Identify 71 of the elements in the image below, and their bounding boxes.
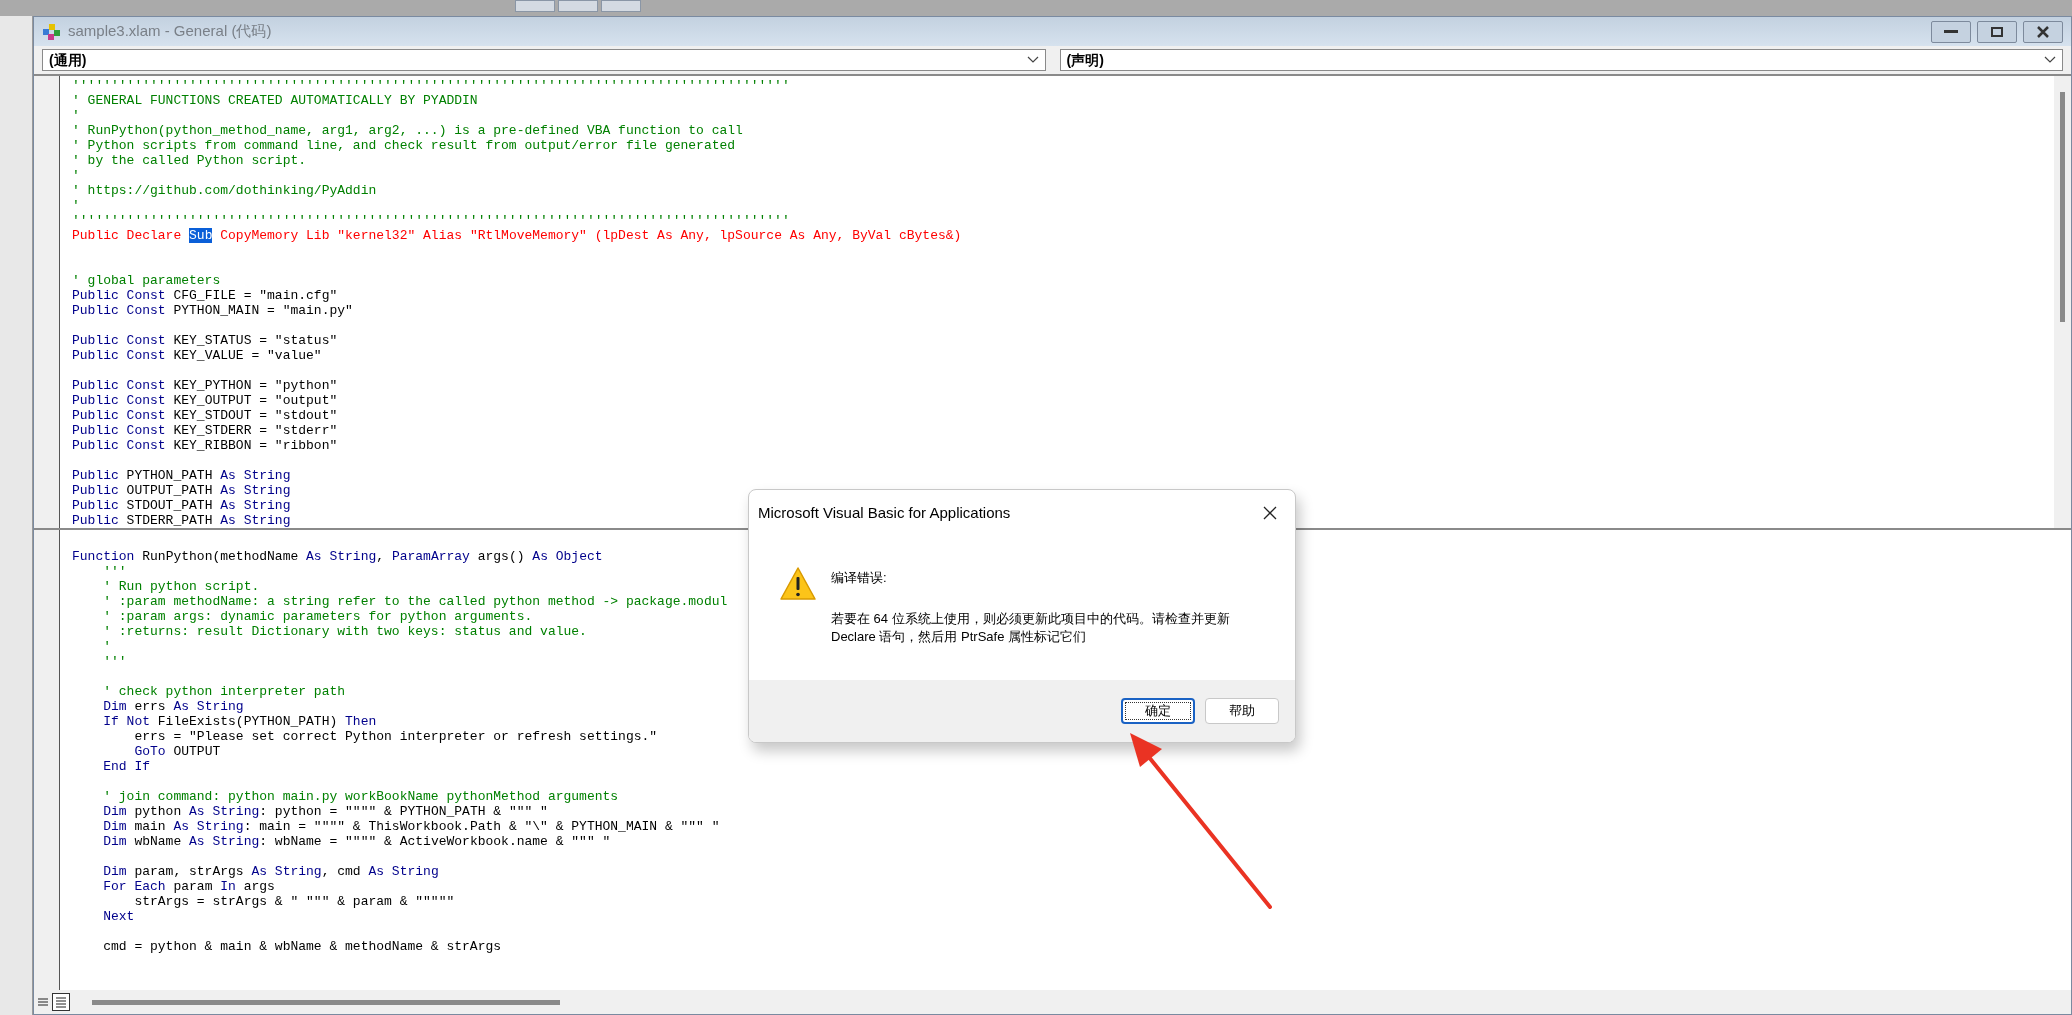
code-line: Dim param, strArgs As String, cmd As String	[102, 864, 439, 879]
code-line: Next	[102, 909, 135, 924]
code-line: Public Const KEY_STDERR = "stderr"	[72, 423, 338, 438]
dialog-title: Microsoft Visual Basic for Applications	[758, 502, 1012, 523]
code-line: Public Const KEY_OUTPUT = "output"	[72, 393, 338, 408]
code-line: Dim errs As String	[102, 699, 244, 714]
code-line: Dim python As String: python = """" & PYTHON_PATH & """ "	[102, 804, 548, 819]
code-line: Public Const CFG_FILE = "main.cfg"	[72, 288, 338, 303]
code-line: cmd = python & main & wbName & methodName & strArgs	[102, 939, 502, 954]
code-line: Public Const KEY_RIBBON = "ribbon"	[72, 438, 338, 453]
code-line: Public Const KEY_STDOUT = "stdout"	[72, 408, 338, 423]
app-icon	[42, 22, 62, 41]
warning-icon	[779, 566, 817, 602]
close-icon	[2036, 25, 2050, 38]
window-button[interactable]	[601, 0, 641, 12]
vertical-scrollbar[interactable]	[2054, 76, 2071, 528]
code-line: Public Const PYTHON_MAIN = "main.py"	[72, 303, 353, 318]
error-heading: 编译错误:	[831, 569, 888, 587]
code-line: Public OUTPUT_PATH As String	[72, 483, 291, 498]
code-line: Public Const KEY_PYTHON = "python"	[72, 378, 338, 393]
dialog-button[interactable]: 帮助	[1205, 698, 1279, 724]
code-line: ' global parameters	[72, 273, 221, 288]
window-button[interactable]	[558, 0, 598, 12]
code-line: GoTo OUTPUT	[133, 744, 221, 759]
code-line: Public STDOUT_PATH As String	[72, 498, 291, 513]
chevron-down-icon	[1026, 56, 1039, 64]
procedure-dropdown[interactable]: (声明)	[1059, 49, 2063, 71]
code-line: ' Run python script.	[102, 579, 260, 594]
close-button[interactable]	[2023, 20, 2063, 43]
code-line: If Not FileExists(PYTHON_PATH) Then	[102, 714, 377, 729]
code-line: ' join command: python main.py workBookName pythonMethod arguments	[102, 789, 619, 804]
code-line: '	[102, 639, 111, 654]
code-line: '	[72, 168, 80, 183]
error-message: 若要在 64 位系统上使用，则必须更新此项目中的代码。请检查并更新 Declare 语句，然后用 PtrSafe 属性标记它们	[831, 609, 1231, 646]
code-line: ' Python scripts from command line, and check result from output/error file generated	[72, 138, 736, 153]
code-line: ' check python interpreter path	[102, 684, 346, 699]
code-line: errs = "Please set correct Python interpreter or refresh settings."	[133, 729, 658, 744]
dialog-button[interactable]: 确定	[1121, 698, 1195, 724]
code-line: '''	[102, 564, 127, 579]
code-line: ' RunPython(python_method_name, arg1, arg2, ...) is a pre-defined VBA function to call	[72, 123, 743, 138]
window-title: sample3.xlam - General (代码)	[68, 21, 272, 42]
code-line: '	[72, 198, 80, 213]
code-line: Public Const KEY_STATUS = "status"	[72, 333, 338, 348]
code-line: Dim main As String: main = """" & ThisWorkbook.Path & "\" & PYTHON_MAIN & """ "	[102, 819, 720, 834]
close-icon	[1263, 506, 1277, 520]
code-line: ''''''''''''''''''''''''''''''''''''''''''''''''''''''''''''''''''''''''''''''''''''''''''''	[72, 213, 790, 228]
code-line: Public STDERR_PATH As String	[72, 513, 291, 528]
code-line: Public Declare Sub CopyMemory Lib "kernel32" Alias "RtlMoveMemory" (lpDest As Any, lpSource As Any, ByVal cBytes&)	[72, 228, 962, 243]
code-line: ' :returns: result Dictionary with two keys: status and value.	[102, 624, 587, 639]
chevron-down-icon	[2044, 56, 2056, 64]
code-line: ' GENERAL FUNCTIONS CREATED AUTOMATICALLY BY PYADDIN	[72, 93, 478, 108]
code-line: ' by the called Python script.	[72, 153, 307, 168]
maximize-button[interactable]	[1977, 20, 2017, 43]
object-dropdown[interactable]: (通用)	[42, 49, 1046, 71]
code-line: Function RunPython(methodName As String, ParamArray args() As Object	[72, 549, 603, 564]
code-line: End If	[102, 759, 150, 774]
code-line: For Each param In args	[102, 879, 275, 894]
procedure-view-icon[interactable]	[36, 995, 50, 1009]
code-line: '	[72, 108, 80, 123]
code-line: ' https://github.com/dothinking/PyAddin	[72, 183, 377, 198]
code-line: Dim wbName As String: wbName = """" & ActiveWorkbook.name & """ "	[102, 834, 611, 849]
full-module-view-icon[interactable]	[52, 993, 70, 1011]
code-line: ''''''''''''''''''''''''''''''''''''''''''''''''''''''''''''''''''''''''''''''''''''''''''''	[72, 78, 790, 93]
window-button[interactable]	[515, 0, 555, 12]
code-line: strArgs = strArgs & " """ & param & """""	[133, 894, 455, 909]
minimize-button[interactable]	[1931, 20, 1971, 43]
code-line: Public PYTHON_PATH As String	[72, 468, 291, 483]
code-line: ' :param methodName: a string refer to the called python method -> package.modul	[102, 594, 728, 609]
code-line: '''	[102, 654, 127, 669]
code-line: Public Const KEY_VALUE = "value"	[72, 348, 322, 363]
code-line: ' :param args: dynamic parameters for python arguments.	[102, 609, 533, 624]
